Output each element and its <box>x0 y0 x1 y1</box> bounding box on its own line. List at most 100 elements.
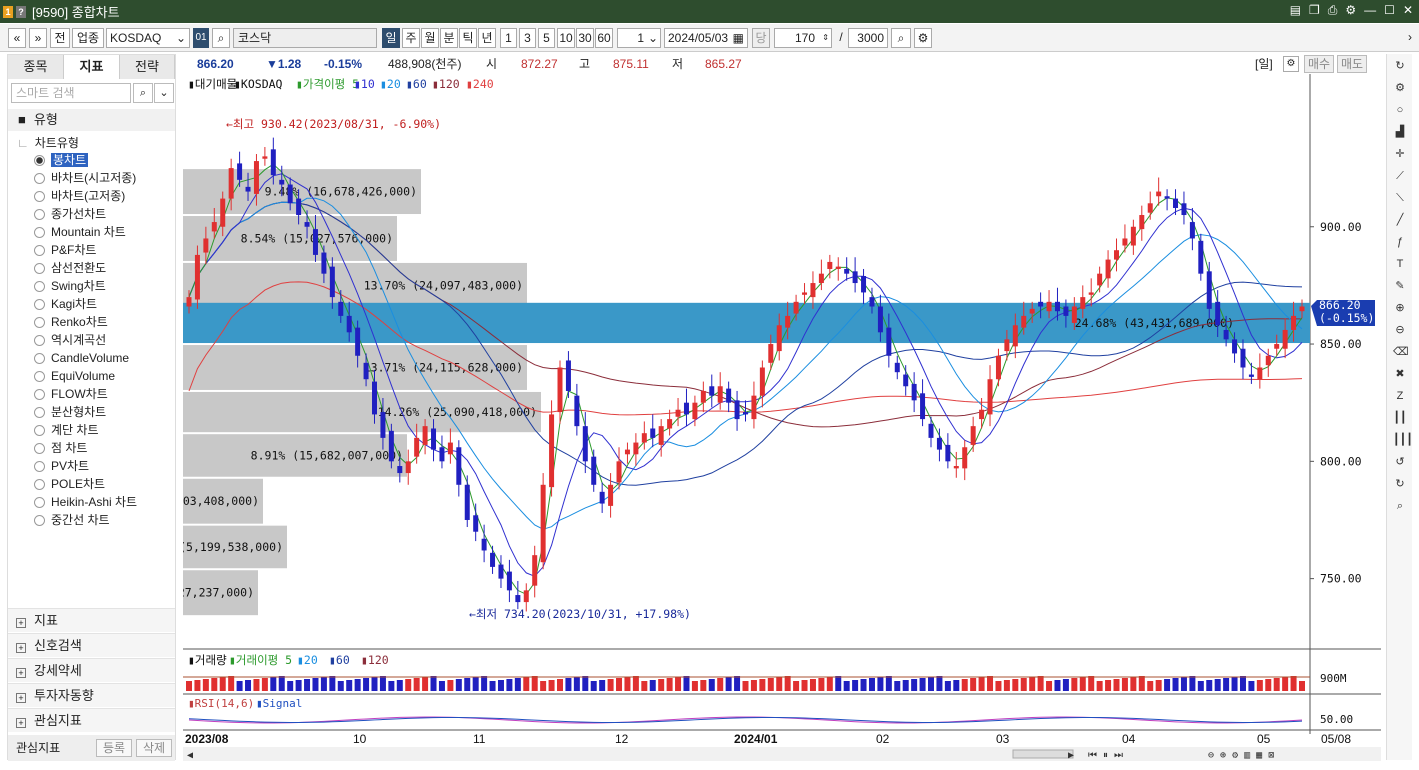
search-icon[interactable]: ⌕ <box>212 28 230 48</box>
chart-type-item[interactable]: POLE차트 <box>34 476 105 493</box>
chart-type-item[interactable]: Swing차트 <box>34 278 106 295</box>
expand-icon[interactable]: + <box>16 618 26 628</box>
chart-type-item[interactable]: Heikin-Ashi 차트 <box>34 494 137 511</box>
chevron-down-icon[interactable]: ⌄ <box>648 29 658 47</box>
sector-button[interactable]: 업종 <box>72 28 104 48</box>
section-3[interactable]: + 투자자동향 <box>8 683 175 707</box>
count-input[interactable]: 170 ⇕ <box>774 28 832 48</box>
chart-type-item[interactable]: Kagi차트 <box>34 296 97 313</box>
period-tick-tab[interactable]: 틱 <box>459 28 477 48</box>
n-line-icon[interactable]: Z <box>1393 389 1407 403</box>
next-button[interactable]: » <box>29 28 47 48</box>
code-input[interactable]: KOSDAQ ⌄ <box>106 28 190 48</box>
section-4[interactable]: + 관심지표 <box>8 708 175 732</box>
period-year-tab[interactable]: 년 <box>478 28 496 48</box>
radio-icon[interactable] <box>34 389 45 400</box>
radio-icon[interactable] <box>34 371 45 382</box>
section-0[interactable]: + 지표 <box>8 608 175 632</box>
expand-icon[interactable]: + <box>16 718 26 728</box>
radio-icon[interactable] <box>34 227 45 238</box>
period-month-tab[interactable]: 월 <box>421 28 439 48</box>
search-icon[interactable]: ⌕ <box>133 83 153 103</box>
period-week-tab[interactable]: 주 <box>402 28 420 48</box>
pen-icon[interactable]: ✎ <box>1393 279 1407 293</box>
settings-icon[interactable]: ⚙ <box>1393 81 1407 95</box>
radio-icon[interactable] <box>34 335 45 346</box>
zoom-search-icon[interactable]: ⌕ <box>891 28 911 48</box>
calendar-icon[interactable]: ▦ <box>733 29 744 47</box>
type-header[interactable]: ■ 유형 <box>8 109 175 131</box>
chart-type-item[interactable]: 종가선차트 <box>34 206 106 223</box>
chart-svg[interactable]: 9.48% (16,678,426,000)8.54% (15,027,576,… <box>109 74 1381 762</box>
chart-area[interactable]: 9.48% (16,678,426,000) 8.54% (15,027,576,… <box>109 74 1381 762</box>
date-input[interactable]: 2024/05/03 ▦ <box>664 28 748 48</box>
gear-icon[interactable]: ⚙ <box>914 28 932 48</box>
tab-strategy[interactable]: 전략 <box>120 55 175 79</box>
prev-button[interactable]: « <box>8 28 26 48</box>
chart-type-item[interactable]: 바차트(고저종) <box>34 188 125 205</box>
expand-icon[interactable]: + <box>16 668 26 678</box>
radio-icon[interactable] <box>34 245 45 256</box>
interval-select[interactable]: 1 ⌄ <box>617 28 661 48</box>
register-button[interactable]: 등록 <box>96 739 132 757</box>
memo-icon[interactable]: ▤ <box>1290 3 1301 18</box>
radio-icon[interactable] <box>34 479 45 490</box>
circle-icon[interactable]: ○ <box>1393 103 1407 117</box>
chart-type-item[interactable]: PV차트 <box>34 458 89 475</box>
chart-type-item[interactable]: 봉차트 <box>34 152 89 169</box>
line-icon[interactable]: ╱ <box>1393 213 1407 227</box>
settings-icon[interactable]: ⚙ <box>1345 3 1356 18</box>
radio-icon[interactable] <box>34 317 45 328</box>
chart-type-item[interactable]: P&F차트 <box>34 242 96 259</box>
maximize-icon[interactable]: ☐ <box>1384 3 1395 18</box>
delete-tools-icon[interactable]: ✖ <box>1393 367 1407 381</box>
chart-type-item[interactable]: 계단 차트 <box>34 422 99 439</box>
section-1[interactable]: + 신호검색 <box>8 633 175 657</box>
period-minute-tab[interactable]: 분 <box>440 28 458 48</box>
radio-icon[interactable] <box>34 515 45 526</box>
chart-type-item[interactable]: FLOW차트 <box>34 386 108 403</box>
tab-stock[interactable]: 종목 <box>8 55 64 79</box>
chart-type-item[interactable]: Renko차트 <box>34 314 108 331</box>
vertical-lines-icon[interactable]: ┃┃ <box>1393 411 1407 425</box>
chart-type-item[interactable]: 역시계곡선 <box>34 332 106 349</box>
interval-30-button[interactable]: 30 <box>576 28 594 48</box>
search-icon[interactable]: ⌕ <box>1393 499 1407 513</box>
period-day-tab[interactable]: 일 <box>382 28 400 48</box>
zoom-in-icon[interactable]: ⊕ <box>1393 301 1407 315</box>
expand-icon[interactable]: + <box>16 643 26 653</box>
sell-button[interactable]: 매도 <box>1337 55 1367 73</box>
chart-type-item[interactable]: 분산형차트 <box>34 404 106 421</box>
chart-type-root[interactable]: ∟ 차트유형 <box>17 134 79 151</box>
tab-indicator[interactable]: 지표 <box>64 55 120 79</box>
radio-icon[interactable] <box>34 425 45 436</box>
crosshair-icon[interactable]: ✛ <box>1393 147 1407 161</box>
chart-type-item[interactable]: 삼선전환도 <box>34 260 106 277</box>
interval-10-button[interactable]: 10 <box>557 28 575 48</box>
chevron-down-icon[interactable]: ⌄ <box>176 29 186 47</box>
minimize-icon[interactable]: — <box>1364 3 1376 18</box>
radio-icon[interactable] <box>34 281 45 292</box>
gear-icon[interactable]: ⚙ <box>1283 56 1299 72</box>
radio-icon[interactable] <box>34 497 45 508</box>
undo-icon[interactable]: ↺ <box>1393 455 1407 469</box>
interval-3-button[interactable]: 3 <box>519 28 536 48</box>
total-input[interactable]: 3000 <box>848 28 888 48</box>
text-icon[interactable]: T <box>1393 257 1407 271</box>
app-menu-icon[interactable]: 1 <box>3 5 13 18</box>
section-2[interactable]: + 강세약세 <box>8 658 175 682</box>
radio-icon[interactable] <box>34 299 45 310</box>
radio-icon[interactable] <box>34 407 45 418</box>
chart-type-item[interactable]: CandleVolume <box>34 350 129 367</box>
chart-type-item[interactable]: 점 차트 <box>34 440 87 457</box>
flag-button[interactable]: 01 <box>193 28 209 48</box>
radio-icon[interactable] <box>34 353 45 364</box>
interval-5-button[interactable]: 5 <box>538 28 555 48</box>
chevron-down-icon[interactable]: ⌄ <box>154 83 174 103</box>
chart-type-item[interactable]: 바차트(시고저종) <box>34 170 136 187</box>
radio-icon[interactable] <box>34 155 45 166</box>
expand-icon[interactable]: + <box>16 693 26 703</box>
copy-icon[interactable]: ❐ <box>1309 3 1320 18</box>
radio-icon[interactable] <box>34 461 45 472</box>
jeon-button[interactable]: 전 <box>50 28 70 48</box>
